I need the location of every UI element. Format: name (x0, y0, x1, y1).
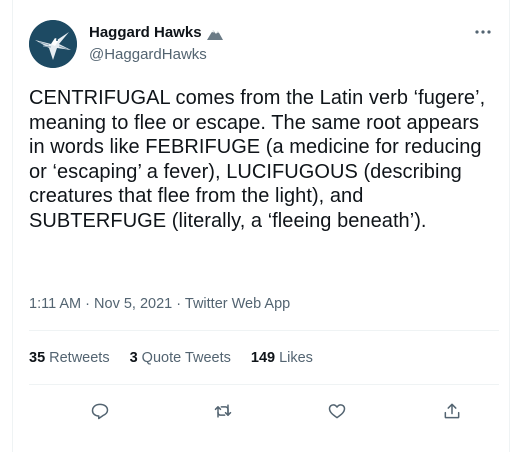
hawk-icon (29, 20, 77, 68)
meta-separator: · (176, 296, 182, 312)
like-icon (328, 404, 346, 419)
tweet-header: Haggard Hawks @HaggardHawks (29, 20, 499, 72)
reply-button[interactable] (85, 396, 115, 426)
author-name[interactable]: Haggard Hawks (89, 24, 202, 41)
quote-tweets-stat[interactable]: 3 Quote Tweets (130, 350, 231, 366)
retweets-label: Retweets (49, 350, 110, 366)
like-button[interactable] (322, 396, 352, 426)
tweet-metadata: 1:11 AM · Nov 5, 2021 · Twitter Web App (29, 296, 290, 312)
more-options-icon[interactable] (471, 22, 495, 42)
quotes-label: Quote Tweets (141, 350, 231, 366)
retweets-count: 35 (29, 350, 46, 366)
retweet-icon (214, 404, 232, 418)
retweet-button[interactable] (208, 396, 238, 426)
avatar[interactable] (29, 20, 77, 68)
tweet-time[interactable]: 1:11 AM (29, 296, 81, 312)
meta-separator: · (85, 296, 90, 312)
tweet-card: Haggard Hawks @HaggardHawks CENTRIFUGAL … (12, 0, 510, 452)
tweet-text: CENTRIFUGAL comes from the Latin verb ‘f… (29, 87, 486, 232)
tweet-date[interactable]: Nov 5, 2021 (94, 296, 172, 312)
share-button[interactable] (437, 396, 467, 426)
likes-label: Likes (279, 350, 313, 366)
likes-count: 149 (250, 350, 276, 366)
quotes-count: 3 (129, 350, 138, 366)
divider (29, 330, 499, 331)
author-handle[interactable]: @HaggardHawks (89, 46, 207, 63)
author-name-row[interactable]: Haggard Hawks (89, 24, 224, 41)
tweet-actions (29, 396, 499, 426)
tweet-stats: 35 Retweets 3 Quote Tweets 149 Likes (29, 350, 313, 366)
retweets-stat[interactable]: 35 Retweets (29, 350, 110, 366)
likes-stat[interactable]: 149 Likes (251, 350, 313, 366)
reply-icon (91, 403, 109, 420)
share-icon (444, 403, 460, 419)
divider (29, 384, 499, 385)
tweet-source[interactable]: Twitter Web App (185, 296, 290, 312)
mountain-icon (206, 25, 224, 41)
